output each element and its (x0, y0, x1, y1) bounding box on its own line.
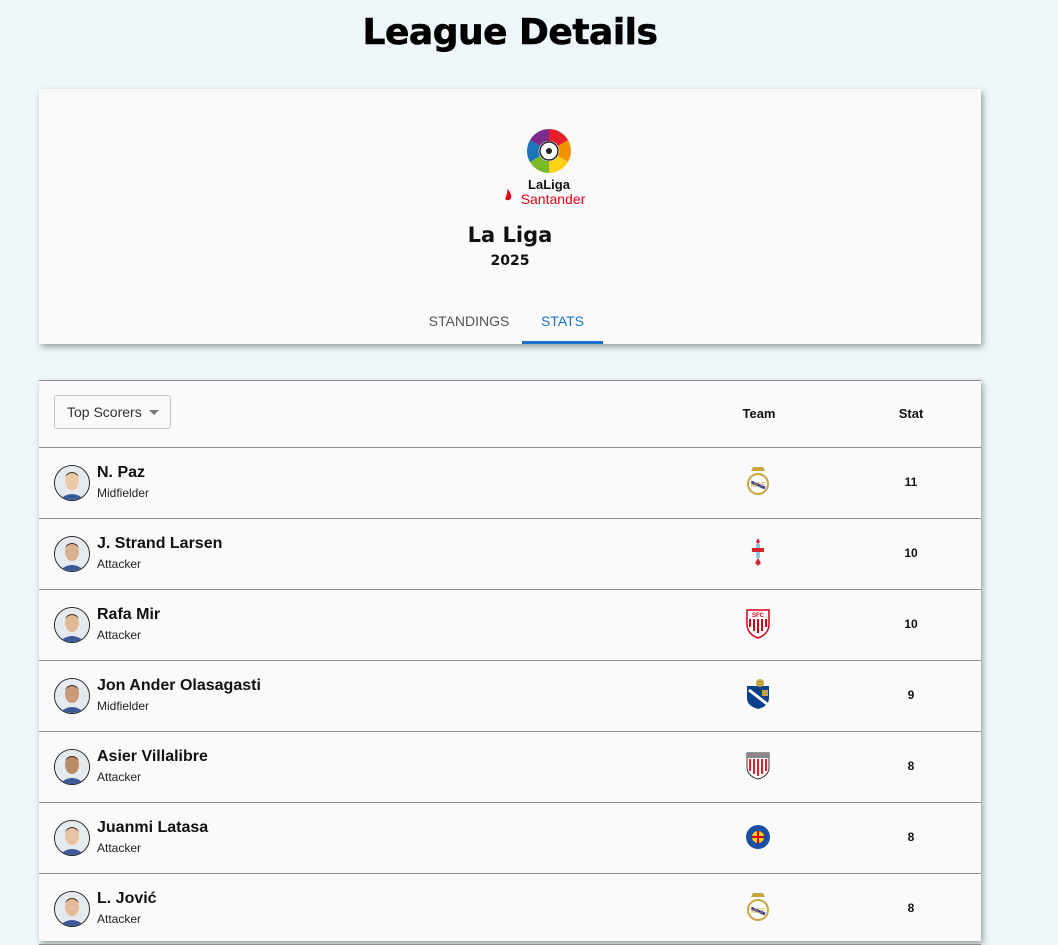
table-row[interactable]: N. Paz Midfielder MCF 11 (39, 448, 981, 519)
player-name[interactable]: L. Jović (97, 890, 157, 908)
player-avatar (54, 891, 90, 927)
table-row[interactable]: Asier Villalibre Attacker 8 (39, 732, 981, 803)
player-name[interactable]: Rafa Mir (97, 606, 160, 624)
athletic-bilbao-crest-icon[interactable] (745, 749, 771, 781)
laliga-logo: LaLiga Santander (505, 129, 586, 207)
chevron-down-icon (149, 410, 159, 415)
getafe-crest-icon[interactable] (745, 820, 771, 852)
stat-value: 8 (907, 830, 915, 844)
logo-text-santander: Santander (521, 191, 586, 207)
player-avatar (54, 678, 90, 714)
player-name[interactable]: Asier Villalibre (97, 748, 208, 766)
table-row[interactable]: J. Strand Larsen Attacker 10 (39, 519, 981, 590)
stat-value: 10 (904, 617, 918, 631)
table-row[interactable]: Rafa Mir Attacker SFC 10 (39, 590, 981, 661)
player-avatar (54, 749, 90, 785)
stat-category-select[interactable]: Top Scorers (54, 395, 171, 429)
svg-text:MCF: MCF (750, 482, 765, 489)
league-season: 2025 (490, 253, 530, 269)
player-position: Midfielder (97, 486, 150, 500)
stats-table: Top Scorers Team Stat N. Paz Midfielder MC… (39, 380, 981, 945)
player-name[interactable]: J. Strand Larsen (97, 535, 222, 553)
player-avatar (54, 607, 90, 643)
table-row[interactable]: L. Jović Attacker MCF 8 (39, 874, 981, 945)
stat-value: 8 (907, 759, 915, 773)
player-avatar (54, 465, 90, 501)
player-name[interactable]: N. Paz (97, 464, 145, 482)
player-position: Attacker (97, 841, 142, 855)
column-header-team: Team (742, 406, 776, 421)
player-avatar (54, 820, 90, 856)
player-position: Midfielder (97, 699, 150, 713)
column-header-stat: Stat (898, 406, 924, 421)
stat-value: 11 (904, 475, 918, 489)
logo-text-laliga: LaLiga (528, 177, 571, 192)
player-position: Attacker (97, 628, 142, 642)
real-madrid-crest-icon[interactable]: MCF (745, 891, 771, 923)
real-madrid-crest-icon[interactable]: MCF (745, 465, 771, 497)
tab-standings[interactable]: STANDINGS (423, 300, 515, 344)
stat-value: 9 (907, 688, 915, 702)
stat-value: 8 (907, 901, 915, 915)
player-position: Attacker (97, 912, 142, 926)
page-title: League Details (362, 12, 658, 54)
select-value: Top Scorers (67, 404, 142, 420)
tab-stats[interactable]: STATS (522, 300, 603, 344)
table-row[interactable]: Juanmi Latasa Attacker 8 (39, 803, 981, 874)
table-header: Top Scorers Team Stat (39, 381, 981, 448)
player-position: Attacker (97, 770, 142, 784)
table-row[interactable]: Jon Ander Olasagasti Midfielder 9 (39, 661, 981, 732)
svg-text:SFC: SFC (752, 613, 765, 619)
league-name: La Liga (467, 223, 553, 247)
sevilla-crest-icon[interactable]: SFC (745, 607, 771, 639)
player-name[interactable]: Juanmi Latasa (97, 819, 208, 837)
league-card: LaLiga Santander La Liga 2025 STANDINGS … (39, 89, 981, 344)
stat-value: 10 (904, 546, 918, 560)
celta-vigo-crest-icon[interactable] (745, 536, 771, 568)
player-name[interactable]: Jon Ander Olasagasti (97, 677, 261, 695)
real-sociedad-crest-icon[interactable] (745, 678, 771, 710)
player-avatar (54, 536, 90, 572)
player-position: Attacker (97, 557, 142, 571)
